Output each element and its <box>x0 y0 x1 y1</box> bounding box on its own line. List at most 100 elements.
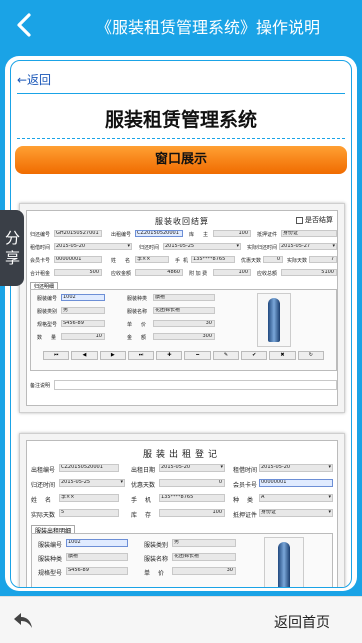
field: 0 <box>159 479 225 487</box>
label: 姓 <box>111 258 117 264</box>
label: 归还时间 <box>31 482 56 489</box>
field: 2015-05-20 <box>159 464 225 472</box>
top-bar: 《服装租赁管理系统》操作说明 <box>0 0 362 50</box>
label: 附 加 费 <box>189 271 208 277</box>
window-title: 服装收回结算 <box>155 217 209 226</box>
field: S456-89 <box>66 567 128 575</box>
field: 5100 <box>281 269 337 276</box>
field: 5 <box>59 509 119 517</box>
label: 库 <box>131 512 138 519</box>
edit-record-button: ✎ <box>212 351 240 360</box>
label: 规格型号 <box>38 570 63 577</box>
window-title: 服装出租登记 <box>142 450 221 460</box>
label: 服装种类 <box>127 296 148 302</box>
screenshot-return-settlement: 服装收回结算 是否结算 归还编号 GH20150527001 出租编号 CZ20… <box>19 203 345 413</box>
label: 会员卡号 <box>233 482 258 489</box>
label: 单 <box>127 322 133 328</box>
label: 手 <box>131 497 138 504</box>
label: 优惠天数 <box>241 258 262 264</box>
return-link[interactable]: ←返回 <box>17 71 51 88</box>
field: GH20150527001 <box>54 230 102 237</box>
label: 优惠天数 <box>131 482 156 489</box>
field: 135****8765 <box>191 256 235 263</box>
return-detail-pane: 服装编号 1002 服装种类 旗袍 服装类别 男 服装名称 花团锦长袍 规格型号… <box>30 289 337 371</box>
checkbox-icon <box>296 216 303 224</box>
label: 数 <box>37 335 43 341</box>
label: 名 <box>125 258 131 264</box>
field: 李×× <box>59 494 119 502</box>
label: 出租编号 <box>111 232 132 238</box>
settlement-window: 服装收回结算 是否结算 归还编号 GH20150527001 出租编号 CZ20… <box>26 210 338 406</box>
field: 2015-05-27 <box>279 243 337 250</box>
field: 10 <box>61 333 105 340</box>
share-tab[interactable]: 分享 <box>0 210 24 286</box>
refresh-record-button: ↻ <box>297 351 324 360</box>
field: 2015-05-25 <box>59 479 125 487</box>
label: 服装名称 <box>127 309 148 315</box>
back-arrow-icon[interactable] <box>10 10 40 40</box>
record-nav-toolbar: ⏮ ◀ ▶ ⏭ ✚ ━ ✎ ✔ ✖ ↻ <box>43 351 324 360</box>
field: 2015-05-20 <box>54 243 132 250</box>
field: 男 <box>172 539 236 547</box>
next-record-button: ▶ <box>99 351 126 360</box>
field: 500 <box>54 269 102 276</box>
dress-photo <box>257 293 291 347</box>
label: 手 <box>175 258 181 264</box>
label: 会员卡号 <box>30 258 51 264</box>
label: 姓 <box>31 497 38 504</box>
field: 30 <box>153 320 215 327</box>
field: 1002 <box>61 294 105 301</box>
field: 旗袍 <box>153 294 215 301</box>
cancel-record-button: ✖ <box>269 351 296 360</box>
add-record-button: ✚ <box>156 351 183 360</box>
field: 7 <box>309 256 337 263</box>
checkbox-label: 是否结算 <box>305 216 333 224</box>
label: 实际天数 <box>31 512 56 519</box>
field: CZ20150520001 <box>135 230 183 237</box>
system-title: 服装租赁管理系统 <box>104 109 257 131</box>
save-record-button: ✔ <box>241 351 268 360</box>
label: 服装编号 <box>38 542 63 549</box>
label: 出租编号 <box>31 467 56 474</box>
qipao-image <box>268 298 280 342</box>
label: 存 <box>145 512 152 519</box>
rental-detail-pane: 服装编号 1002 服装类别 男 服装种类 旗袍 服装名称 花团锦长袍 规格型号… <box>31 533 333 587</box>
field: 花团锦长袍 <box>153 307 215 314</box>
label: 租借时间 <box>30 245 51 251</box>
field: 身份证 <box>259 509 333 517</box>
label: 应收金额 <box>111 271 132 277</box>
first-record-button: ⏮ <box>43 351 70 360</box>
label: 额 <box>141 335 147 341</box>
field: 花团锦长袍 <box>172 553 236 561</box>
field: 00000001 <box>54 256 102 263</box>
delete-record-button: ━ <box>184 351 211 360</box>
field: S456-89 <box>61 320 105 327</box>
qipao-image <box>278 542 290 587</box>
label: 服装种类 <box>38 556 63 563</box>
label: 实际天数 <box>287 258 308 264</box>
back-to-home-button[interactable]: 返回首页 <box>274 612 330 632</box>
content-frame: ←返回 服装租赁管理系统 窗口展示 服装收回结算 是否结算 归还编号 GH201… <box>10 60 352 588</box>
share-forward-icon[interactable] <box>12 609 34 631</box>
divider <box>17 93 345 94</box>
last-record-button: ⏭ <box>127 351 155 360</box>
label: 出租日期 <box>131 467 156 474</box>
rental-window: 服装出租登记 出租编号 CZ20150520001 出租日期 2015-05-2… <box>26 440 338 587</box>
field: 100 <box>159 509 225 517</box>
label: 抵押证件 <box>233 512 258 519</box>
dress-photo <box>264 537 304 587</box>
label: 应收总额 <box>257 271 278 277</box>
label: 合计租金 <box>30 271 51 277</box>
label: 金 <box>127 335 133 341</box>
dashed-divider <box>17 138 345 139</box>
label: 类 <box>247 497 254 504</box>
label: 服装类别 <box>37 309 58 315</box>
label: 价 <box>141 322 147 328</box>
label: 服装类别 <box>144 542 169 549</box>
settle-checkbox: 是否结算 <box>296 215 333 225</box>
label: 机 <box>183 258 189 264</box>
label: 种 <box>233 497 240 504</box>
field: 2015-05-20 <box>259 464 333 472</box>
window-display-button[interactable]: 窗口展示 <box>15 146 347 174</box>
label: 库 <box>189 232 195 238</box>
